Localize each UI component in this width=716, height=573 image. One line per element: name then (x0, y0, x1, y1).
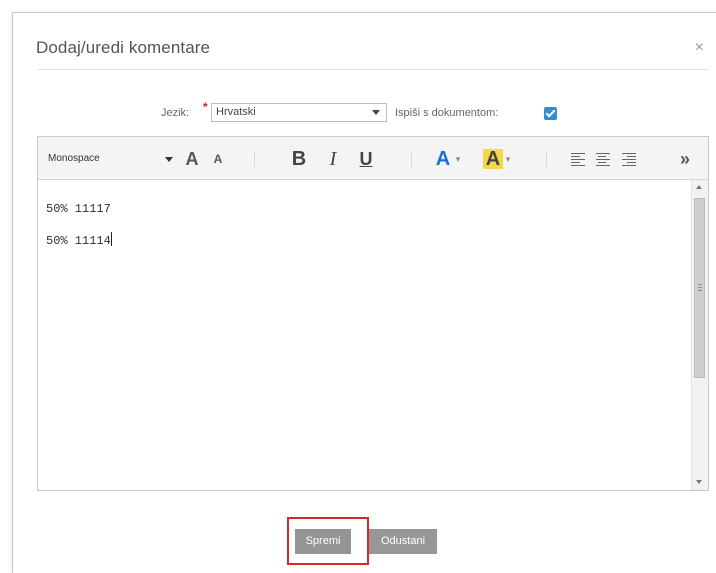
align-left-icon[interactable] (570, 151, 586, 167)
chevron-down-icon (372, 110, 380, 115)
underline-icon[interactable]: U (356, 147, 376, 171)
editor-line: 50% 11114 (46, 234, 111, 248)
rich-text-editor: Monospace A A B I U A ▾ A ▾ » 50% 11117 … (37, 136, 709, 491)
toolbar-separator (254, 151, 255, 167)
grip-icon (698, 284, 702, 285)
required-marker: * (203, 100, 208, 114)
language-value: Hrvatski (216, 106, 256, 118)
editor-content[interactable]: 50% 11117 50% 11114 (38, 180, 690, 490)
text-caret (110, 232, 112, 246)
language-select[interactable]: Hrvatski (211, 103, 387, 122)
language-row: Jezik: * Hrvatski Ispiši s dokumentom: (13, 100, 716, 125)
language-label: Jezik: (161, 107, 190, 119)
grow-font-icon[interactable]: A (182, 147, 202, 171)
shrink-font-icon[interactable]: A (210, 147, 226, 171)
scroll-down-icon[interactable] (696, 480, 702, 484)
align-right-icon[interactable] (621, 151, 637, 167)
editor-scrollbar[interactable] (691, 180, 708, 490)
scroll-thumb[interactable] (694, 198, 705, 378)
grip-icon (698, 287, 702, 288)
font-family-select[interactable]: Monospace (45, 151, 173, 168)
font-color-icon[interactable]: A (434, 147, 452, 171)
toolbar-separator (546, 151, 547, 167)
highlight-dropdown-icon[interactable]: ▾ (504, 147, 512, 171)
grip-icon (698, 290, 702, 291)
print-with-document-checkbox[interactable] (544, 107, 557, 120)
comment-dialog: Dodaj/uredi komentare × Jezik: * Hrvatsk… (12, 12, 716, 573)
scroll-up-icon[interactable] (696, 185, 702, 189)
toolbar-separator (411, 151, 412, 167)
dialog-title: Dodaj/uredi komentare (36, 38, 211, 57)
editor-line-with-caret: 50% 11114 (46, 232, 112, 248)
font-color-dropdown-icon[interactable]: ▾ (454, 147, 462, 171)
font-family-value: Monospace (48, 153, 100, 164)
italic-icon[interactable]: I (323, 147, 343, 171)
chevron-down-icon (165, 157, 173, 162)
dialog-buttons: Spremi Odustani (13, 516, 716, 566)
bold-icon[interactable]: B (288, 147, 310, 171)
align-center-icon[interactable] (595, 151, 611, 167)
close-icon[interactable]: × (695, 39, 704, 57)
save-button[interactable]: Spremi (295, 529, 351, 554)
cancel-button[interactable]: Odustani (369, 529, 437, 554)
editor-toolbar: Monospace A A B I U A ▾ A ▾ » (38, 137, 708, 180)
title-divider (37, 69, 709, 70)
highlight-icon[interactable]: A (483, 149, 503, 169)
more-icon[interactable]: » (678, 147, 692, 171)
editor-line: 50% 11117 (46, 202, 111, 216)
print-with-document-label: Ispiši s dokumentom: (395, 107, 499, 119)
